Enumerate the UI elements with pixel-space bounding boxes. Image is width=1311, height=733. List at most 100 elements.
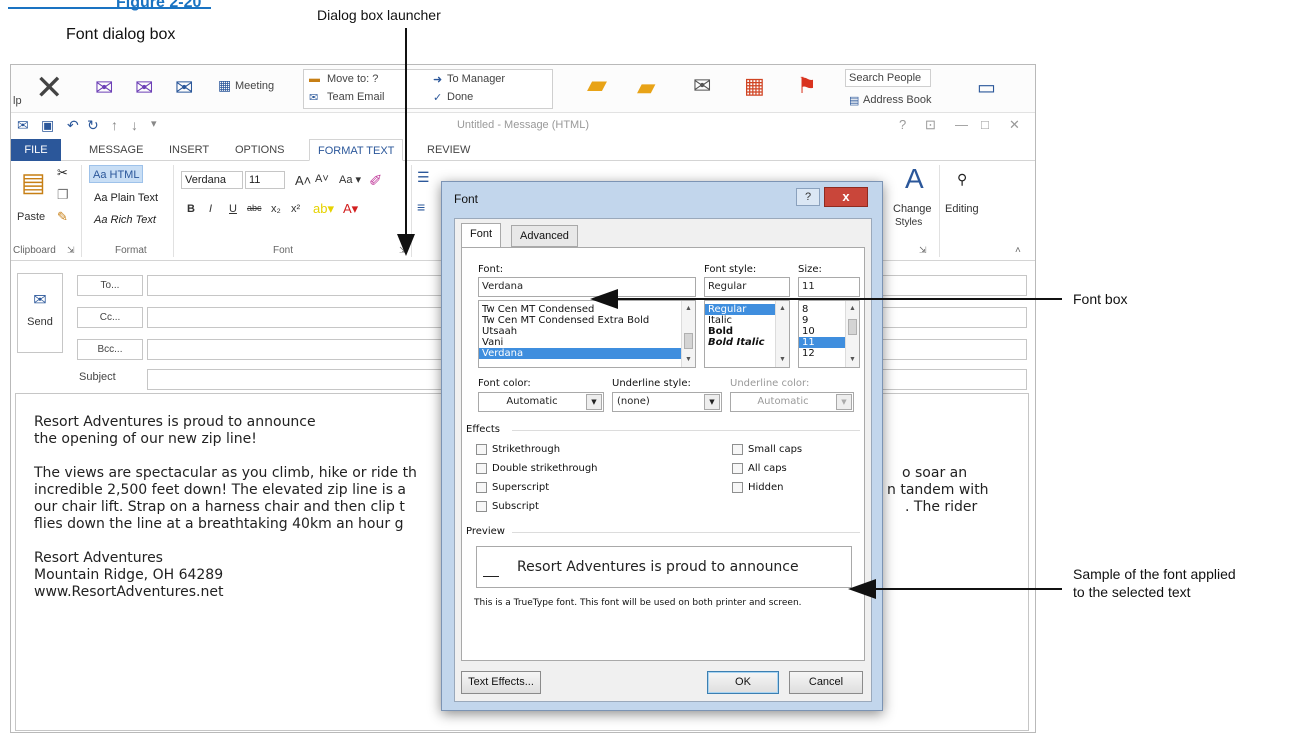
dialog-help-button[interactable]: ? xyxy=(796,188,820,206)
ribbon-display-button[interactable]: ⊡ xyxy=(925,117,936,133)
bcc-button[interactable]: Bcc... xyxy=(77,339,143,360)
font-color-dropdown[interactable]: Automatic ▼ xyxy=(478,392,604,412)
font-list-item[interactable]: Tw Cen MT Condensed Extra Bold xyxy=(479,315,695,326)
maximize-button[interactable]: □ xyxy=(981,117,989,132)
styles-launcher-icon[interactable]: ⇲ xyxy=(919,245,927,256)
quickstep-to-manager[interactable]: To Manager xyxy=(447,73,505,85)
font-list-item-selected[interactable]: Verdana xyxy=(479,348,695,359)
scroll-up-icon[interactable]: ▲ xyxy=(779,305,786,312)
reply-all-icon[interactable]: ✉ xyxy=(135,75,153,101)
font-name-dropdown[interactable]: Verdana xyxy=(181,171,243,189)
subscript-button[interactable]: x₂ xyxy=(271,203,281,215)
font-list-scrollbar[interactable]: ▲ ▼ xyxy=(681,301,695,367)
copy-icon[interactable]: ❐ xyxy=(57,187,69,203)
double-strikethrough-checkbox[interactable] xyxy=(476,463,487,474)
change-styles-button[interactable]: Change xyxy=(893,203,932,215)
format-html-button[interactable]: Aa HTML xyxy=(89,165,144,183)
move-folder-icon[interactable]: ▰ xyxy=(587,69,607,100)
format-plain-text-button[interactable]: Aa Plain Text xyxy=(91,189,161,207)
grow-font-icon[interactable]: A˄ xyxy=(295,173,311,188)
scroll-down-icon[interactable]: ▼ xyxy=(779,356,786,363)
highlight-icon[interactable]: ab▾ xyxy=(313,201,334,217)
font-list-item[interactable]: Tw Cen MT Condensed xyxy=(479,304,695,315)
reply-icon[interactable]: ✉ xyxy=(95,75,113,101)
style-list-scrollbar[interactable]: ▲ ▼ xyxy=(775,301,789,367)
change-styles-icon[interactable]: A xyxy=(905,163,924,195)
address-book-button[interactable]: Address Book xyxy=(863,94,931,106)
change-case-icon[interactable]: Aa ▾ xyxy=(339,173,361,186)
onenote-icon[interactable]: ✉ xyxy=(693,73,711,99)
font-name-box[interactable]: Verdana xyxy=(478,277,696,297)
bullets-icon[interactable]: ☰ xyxy=(417,169,430,186)
collapse-ribbon-icon[interactable]: ˄ xyxy=(1015,245,1021,256)
hidden-checkbox[interactable] xyxy=(732,482,743,493)
cancel-button[interactable]: Cancel xyxy=(789,671,863,694)
scroll-up-icon[interactable]: ▲ xyxy=(685,305,692,312)
close-button[interactable]: ✕ xyxy=(1009,117,1020,133)
scroll-down-icon[interactable]: ▼ xyxy=(685,356,692,363)
categorize-icon[interactable]: ▦ xyxy=(744,73,765,99)
scroll-up-icon[interactable]: ▲ xyxy=(849,305,856,312)
size-box[interactable]: 11 xyxy=(798,277,860,297)
font-list-item[interactable]: Vani xyxy=(479,337,695,348)
tab-review[interactable]: REVIEW xyxy=(419,139,478,161)
bold-button[interactable]: B xyxy=(187,203,195,215)
subscript-checkbox[interactable] xyxy=(476,501,487,512)
font-size-dropdown[interactable]: 11 xyxy=(245,171,285,189)
forward-icon[interactable]: ✉ xyxy=(175,75,193,101)
size-list-scrollbar[interactable]: ▲ ▼ xyxy=(845,301,859,367)
tab-insert[interactable]: INSERT xyxy=(161,139,217,161)
tab-format-text[interactable]: FORMAT TEXT xyxy=(309,139,404,161)
send-button[interactable]: ✉ Send xyxy=(17,273,63,353)
ok-button[interactable]: OK xyxy=(707,671,779,694)
editing-button[interactable]: Editing xyxy=(945,203,979,215)
shrink-font-icon[interactable]: A˅ xyxy=(315,173,329,185)
tab-message[interactable]: MESSAGE xyxy=(81,139,151,161)
quickstep-team-email[interactable]: Team Email xyxy=(327,91,384,103)
font-style-list[interactable]: Regular Italic Bold Bold Italic ▲ ▼ xyxy=(704,300,790,368)
clear-formatting-icon[interactable]: ✐ xyxy=(369,171,382,191)
scroll-thumb[interactable] xyxy=(848,319,857,335)
follow-up-flag-icon[interactable]: ⚑ xyxy=(797,73,817,99)
format-painter-icon[interactable]: ✎ xyxy=(57,209,68,225)
help-button[interactable]: ? xyxy=(899,117,906,132)
cut-icon[interactable]: ✂ xyxy=(57,165,68,181)
strikethrough-button[interactable]: abc xyxy=(247,203,262,213)
paste-icon[interactable]: ▤ xyxy=(21,167,46,198)
superscript-button[interactable]: x² xyxy=(291,203,300,215)
small-caps-checkbox[interactable] xyxy=(732,444,743,455)
to-button[interactable]: To... xyxy=(77,275,143,296)
scroll-down-icon[interactable]: ▼ xyxy=(849,356,856,363)
clipboard-launcher-icon[interactable]: ⇲ xyxy=(67,245,75,256)
quickstep-move-to[interactable]: Move to: ? xyxy=(327,73,378,85)
dialog-close-button[interactable]: x xyxy=(824,187,868,207)
binoculars-icon[interactable]: ⚲ xyxy=(957,171,967,188)
font-style-box[interactable]: Regular xyxy=(704,277,790,297)
font-color-icon[interactable]: A▾ xyxy=(343,201,358,217)
format-rich-text-button[interactable]: Aa Rich Text xyxy=(91,211,159,229)
rules-icon[interactable]: ▰ xyxy=(637,73,655,102)
underline-button[interactable]: U xyxy=(229,203,237,215)
meeting-button[interactable]: Meeting xyxy=(235,80,274,92)
scroll-thumb[interactable] xyxy=(684,333,693,349)
tab-font[interactable]: Font xyxy=(461,223,502,248)
all-caps-checkbox[interactable] xyxy=(732,463,743,474)
minimize-button[interactable]: — xyxy=(955,117,968,132)
align-left-icon[interactable]: ≡ xyxy=(417,199,425,215)
paste-button[interactable]: Paste xyxy=(17,211,45,223)
zoom-icon[interactable]: ▭ xyxy=(977,75,996,100)
cc-button[interactable]: Cc... xyxy=(77,307,143,328)
tab-options[interactable]: OPTIONS xyxy=(227,139,293,161)
tab-file[interactable]: FILE xyxy=(11,139,61,161)
superscript-checkbox[interactable] xyxy=(476,482,487,493)
strikethrough-checkbox[interactable] xyxy=(476,444,487,455)
font-list[interactable]: Tw Cen MT Condensed Tw Cen MT Condensed … xyxy=(478,300,696,368)
quickstep-done[interactable]: Done xyxy=(447,91,473,103)
underline-style-dropdown[interactable]: (none) ▼ xyxy=(612,392,722,412)
tab-advanced[interactable]: Advanced xyxy=(511,225,578,247)
font-list-item[interactable]: Utsaah xyxy=(479,326,695,337)
delete-icon[interactable]: ✕ xyxy=(35,71,64,105)
size-list[interactable]: 8 9 10 11 12 ▲ ▼ xyxy=(798,300,860,368)
text-effects-button[interactable]: Text Effects... xyxy=(461,671,541,694)
italic-button[interactable]: I xyxy=(209,203,212,215)
